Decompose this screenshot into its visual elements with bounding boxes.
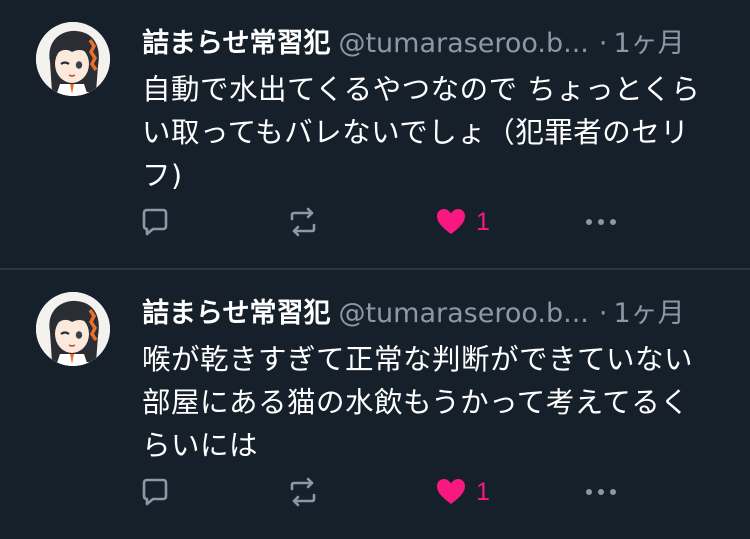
tweet-text-line: 自動で水出てくるやつなので ちょっとくら <box>142 73 701 106</box>
separator-dot: · <box>598 28 608 59</box>
tweet[interactable]: 詰まらせ常習犯 @tumaraseroo.b... · 1ヶ月 自動で水出てくるやつな… <box>0 0 750 268</box>
tweet-header: 詰まらせ常習犯 @tumaraseroo.b... · 1ヶ月 <box>142 294 732 334</box>
tweet-text-line: 喉が乾きすぎて正常な判断ができていない <box>142 343 694 376</box>
author-name[interactable]: 詰まらせ常習犯 <box>142 28 330 59</box>
author-handle[interactable]: @tumaraseroo.b... <box>338 298 588 329</box>
tweet-actions: 1 <box>138 200 638 244</box>
retweet-button[interactable] <box>286 200 320 244</box>
reply-icon <box>142 478 168 506</box>
tweet[interactable]: 詰まらせ常習犯 @tumaraseroo.b... · 1ヶ月 喉が乾きすぎて正常な判… <box>0 270 750 539</box>
tweet-header: 詰まらせ常習犯 @tumaraseroo.b... · 1ヶ月 <box>142 24 732 64</box>
author-name[interactable]: 詰まらせ常習犯 <box>142 298 330 329</box>
heart-icon <box>437 209 465 234</box>
tweet-actions: 1 <box>138 470 638 514</box>
like-button[interactable]: 1 <box>434 200 490 244</box>
timestamp[interactable]: 1ヶ月 <box>613 28 684 59</box>
tweet-text-line: 部屋にある猫の水飲もうかって考えてるく <box>142 386 690 419</box>
avatar[interactable] <box>36 292 110 366</box>
tweet-text: 喉が乾きすぎて正常な判断ができていない 部屋にある猫の水飲もうかって考えてるく … <box>142 338 727 467</box>
timestamp[interactable]: 1ヶ月 <box>613 298 684 329</box>
more-icon <box>586 219 616 225</box>
more-icon <box>586 489 616 495</box>
reply-icon <box>142 208 168 236</box>
tweet-text-line: い取ってもバレないでしょ（犯罪者のセリ <box>142 116 690 149</box>
retweet-icon <box>290 207 316 237</box>
retweet-button[interactable] <box>286 470 320 514</box>
tweet-text-line: らいには <box>142 429 259 462</box>
like-count: 1 <box>476 207 490 236</box>
timeline-feed: 詰まらせ常習犯 @tumaraseroo.b... · 1ヶ月 自動で水出てくるやつな… <box>0 0 750 539</box>
tweet-text-line: フ) <box>142 159 183 192</box>
more-button[interactable] <box>582 200 620 244</box>
avatar[interactable] <box>36 22 110 96</box>
more-button[interactable] <box>582 470 620 514</box>
like-count: 1 <box>476 477 490 506</box>
like-button[interactable]: 1 <box>434 470 490 514</box>
author-handle[interactable]: @tumaraseroo.b... <box>338 28 588 59</box>
separator-dot: · <box>598 298 608 329</box>
reply-button[interactable] <box>138 470 172 514</box>
reply-button[interactable] <box>138 200 172 244</box>
tweet-text: 自動で水出てくるやつなので ちょっとくら い取ってもバレないでしょ（犯罪者のセリ… <box>142 68 727 197</box>
retweet-icon <box>290 477 316 507</box>
heart-icon <box>437 479 465 504</box>
